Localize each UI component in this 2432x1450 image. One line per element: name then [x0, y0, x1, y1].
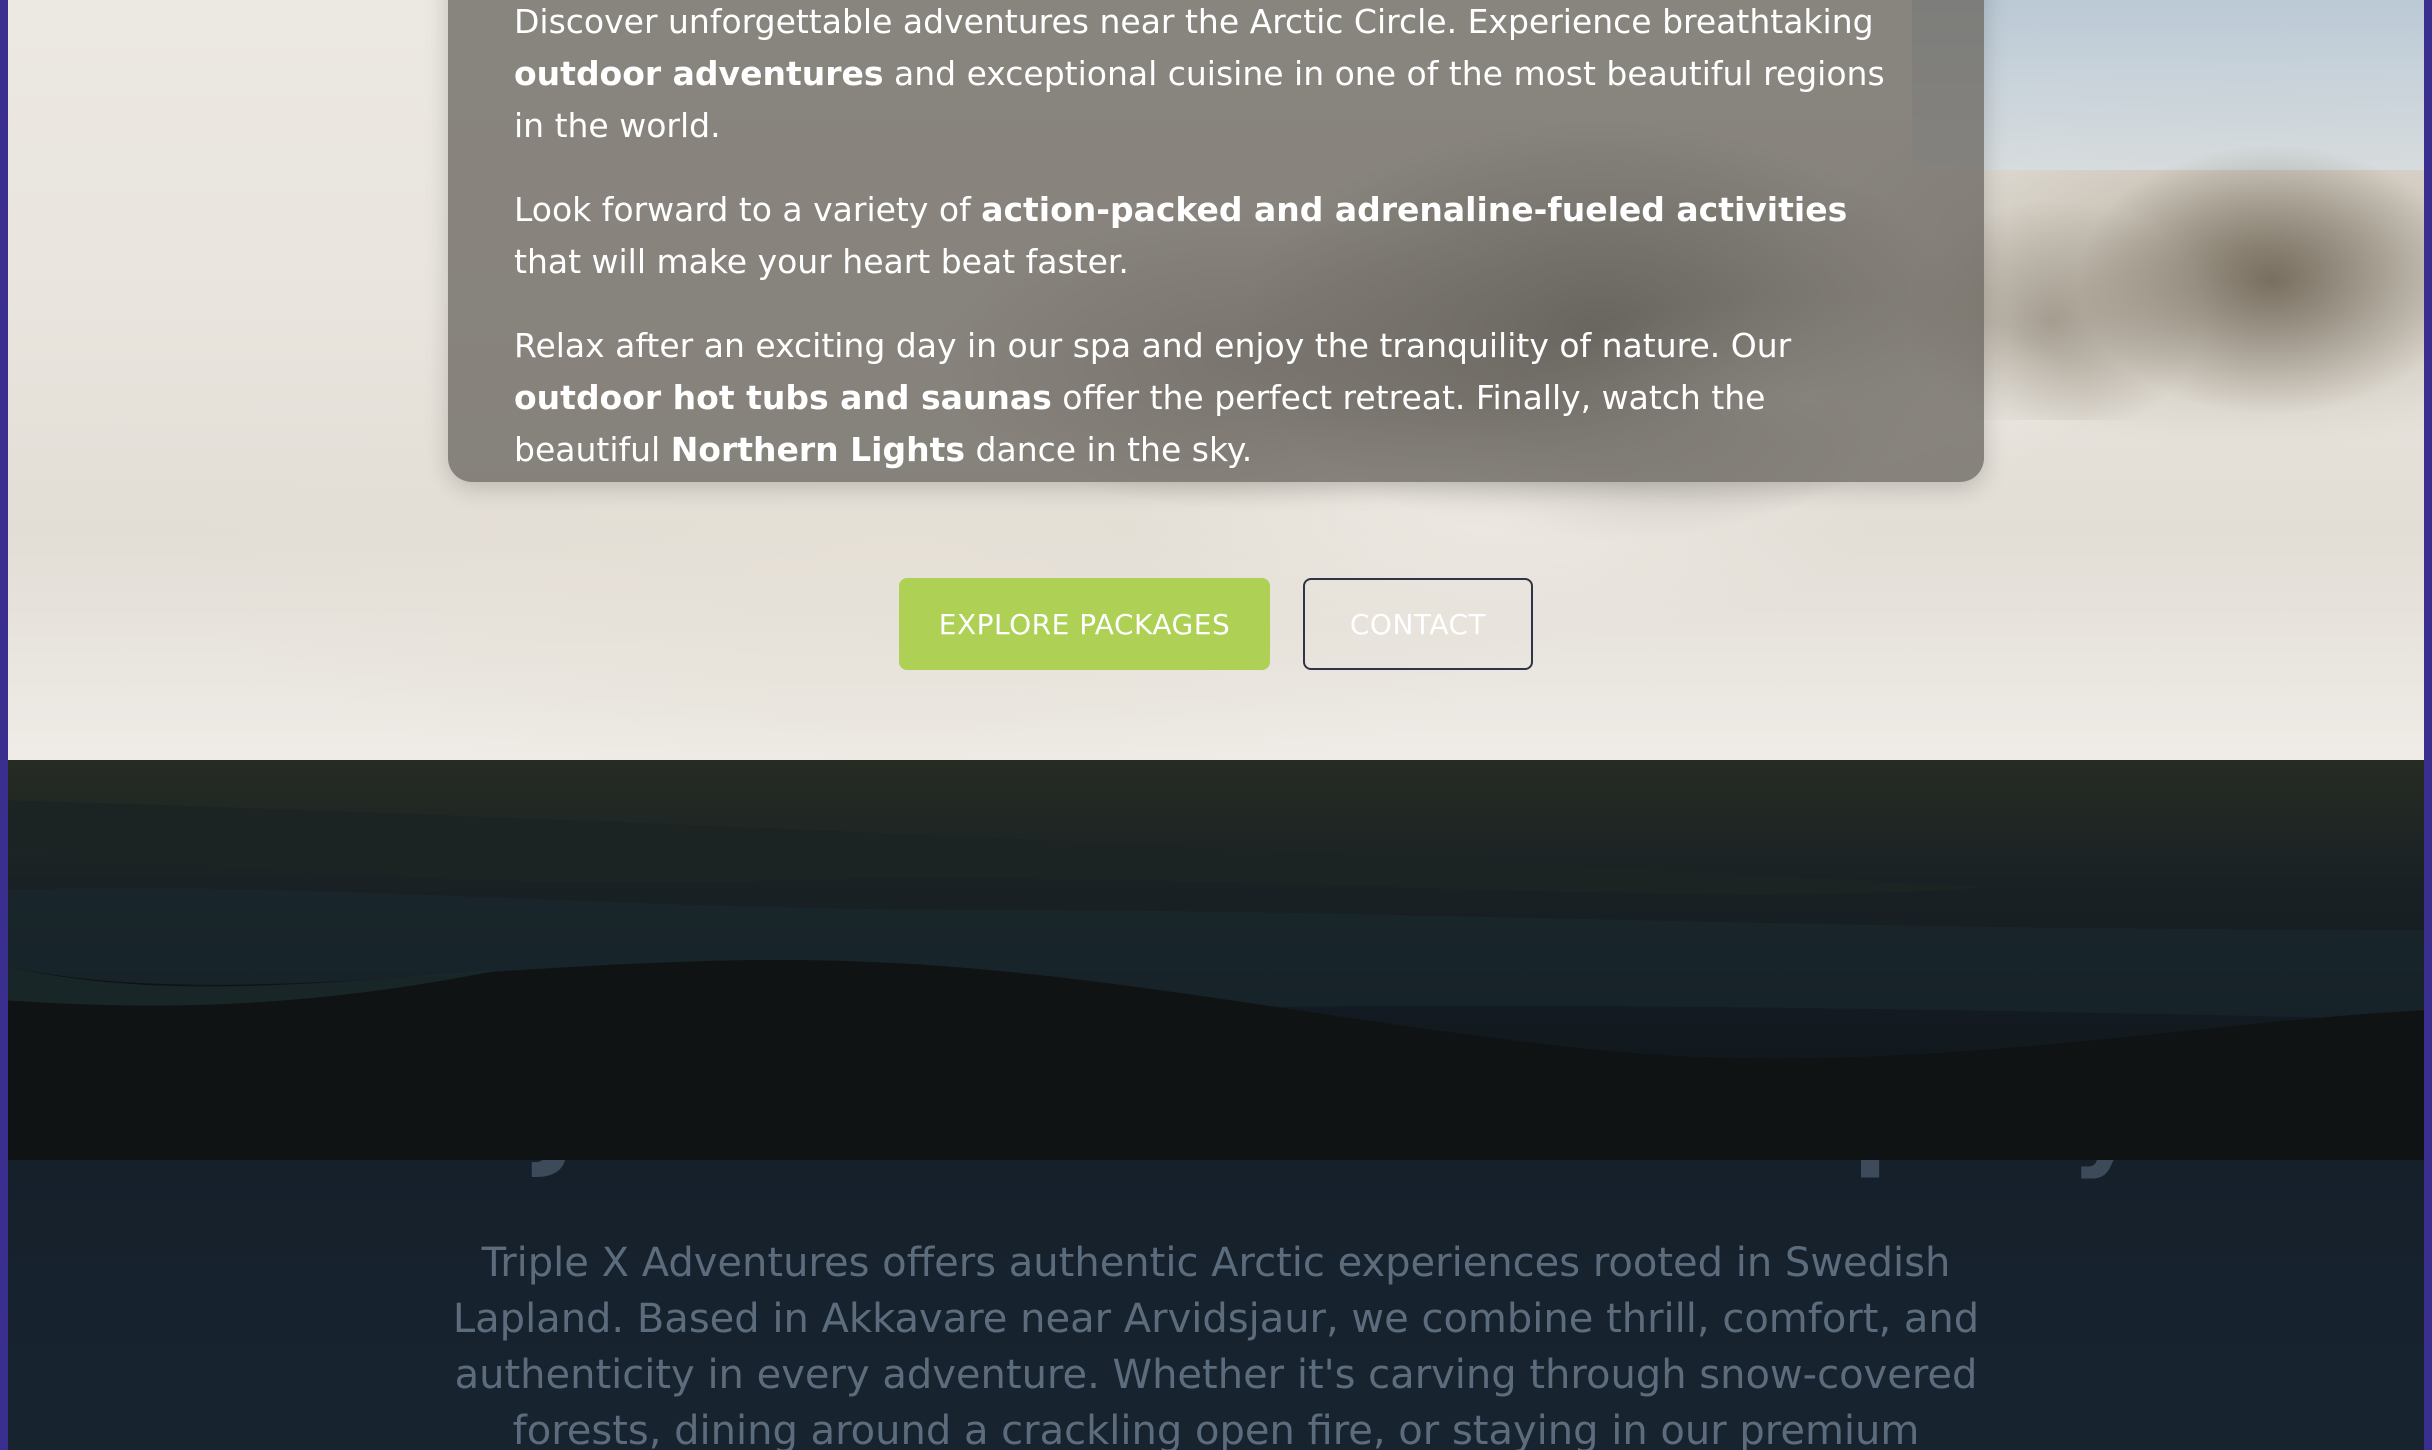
activities-text-end: that will make your heart beat faster. [514, 242, 1129, 281]
activities-highlight: action-packed and adrenaline-fueled acti… [981, 190, 1848, 229]
intro-highlight: outdoor adventures [514, 54, 884, 93]
intro-paragraph: Discover unforgettable adventures near t… [514, 0, 1918, 152]
activities-text: Look forward to a variety of [514, 190, 982, 229]
relax-text: Relax after an exciting day in our spa a… [514, 326, 1792, 365]
contact-button[interactable]: CONTACT [1303, 578, 1533, 670]
relax-text-end: dance in the sky. [965, 430, 1253, 469]
relax-paragraph: Relax after an exciting day in our spa a… [514, 320, 1918, 476]
relax-highlight-northern-lights: Northern Lights [670, 430, 966, 469]
explore-packages-button[interactable]: EXPLORE PACKAGES [899, 578, 1270, 670]
hero-section: Discover unforgettable adventures near t… [0, 0, 2432, 760]
hero-info-card: Discover unforgettable adventures near t… [448, 0, 1984, 482]
wave-divider-graphic [0, 800, 2432, 1160]
hero-cta-row: EXPLORE PACKAGES CONTACT [0, 578, 2432, 670]
intro-text: Discover unforgettable adventures near t… [514, 2, 1874, 41]
wave-divider [0, 760, 2432, 1160]
relax-highlight-saunas: outdoor hot tubs and saunas [514, 378, 1052, 417]
activities-paragraph: Look forward to a variety of action-pack… [514, 184, 1918, 288]
about-text: Triple X Adventures offers authentic Arc… [452, 1240, 1980, 1450]
